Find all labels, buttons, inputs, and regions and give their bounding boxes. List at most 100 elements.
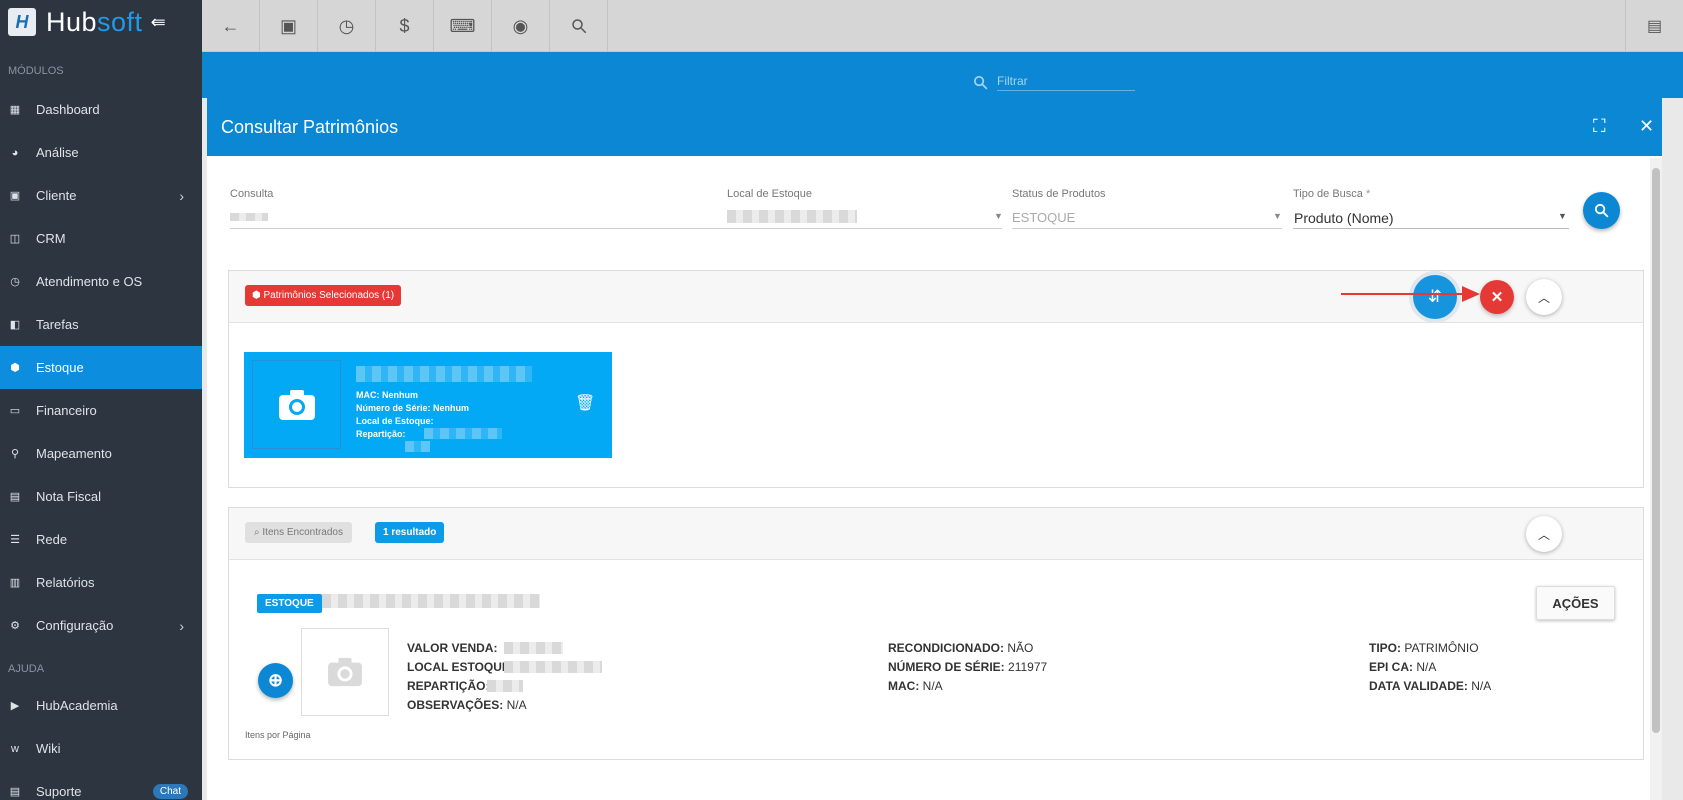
top-toolbar: ← ▣ ◷ $ ⌨ ◉ ▤	[202, 0, 1683, 52]
collapse-results-button[interactable]: ︿	[1526, 516, 1562, 552]
fullscreen-icon[interactable]: ⛶	[1593, 116, 1606, 137]
local-estoque: LOCAL ESTOQUE:	[407, 660, 514, 674]
terminal-button[interactable]: ⌨	[434, 0, 492, 52]
collapse-sidebar-icon[interactable]: ⇚	[151, 12, 166, 33]
dialog-title: Consultar Patrimônios	[221, 116, 399, 137]
status-produtos-label: Status de Produtos	[1012, 188, 1106, 200]
sidebar-item-mapeamento[interactable]: ⚲ Mapeamento	[0, 432, 202, 475]
sidebar-item-configuracao[interactable]: ⚙ Configuração ›	[0, 604, 202, 647]
sidebar-item-cliente[interactable]: ▣ Cliente ›	[0, 174, 202, 217]
sidebar-item-hubacademia[interactable]: ▶ HubAcademia	[0, 684, 202, 727]
box-icon: ⬢	[10, 362, 20, 374]
asset-reparticao-redacted	[405, 441, 430, 452]
sidebar: H Hubsoft ⇚ MÓDULOS ▦ Dashboard ◕ Análise …	[0, 0, 202, 800]
chevron-down-icon: ▼	[1273, 211, 1282, 221]
crm-icon: ◫	[9, 233, 21, 245]
filter-band: Filtrar	[202, 52, 1683, 98]
reparticao: REPARTIÇÃO:	[407, 679, 490, 693]
server-icon: ☰	[10, 534, 20, 546]
chevron-down-icon: ▼	[1558, 211, 1567, 221]
tipo: TIPO: PATRIMÔNIO	[1369, 641, 1479, 655]
sidebar-item-atendimento[interactable]: ◷ Atendimento e OS	[0, 260, 202, 303]
camera-icon	[278, 389, 315, 420]
search-submit-button[interactable]	[1583, 192, 1620, 229]
finance-button[interactable]: $	[376, 0, 434, 52]
scrollbar-thumb[interactable]	[1652, 168, 1660, 733]
calendar-clock-icon: ◷	[338, 15, 355, 36]
results-panel: ⌕ Itens Encontrados 1 resultado ︿ ESTOQU…	[228, 507, 1644, 760]
clear-selection-button[interactable]: ✕	[1480, 280, 1514, 314]
sidebar-item-crm[interactable]: ◫ CRM	[0, 217, 202, 260]
asset-local-redacted	[424, 428, 502, 439]
results-header: ⌕ Itens Encontrados 1 resultado ︿	[229, 508, 1643, 560]
close-icon[interactable]: ✕	[1639, 116, 1654, 137]
terminal-icon: ⌨	[449, 15, 476, 36]
local-estoque-value-redacted	[727, 210, 857, 223]
asset-name-redacted	[356, 366, 532, 382]
status-produtos-value: ESTOQUE	[1012, 210, 1076, 225]
sidebar-item-tarefas[interactable]: ◧ Tarefas	[0, 303, 202, 346]
sidebar-item-analise[interactable]: ◕ Análise	[0, 131, 202, 174]
chevron-down-icon: ▼	[994, 211, 1003, 221]
sidebar-item-dashboard[interactable]: ▦ Dashboard	[0, 88, 202, 131]
sidebar-item-wiki[interactable]: w Wiki	[0, 727, 202, 770]
logo-text: Hubsoft	[46, 6, 143, 37]
search-icon	[571, 19, 586, 34]
sidebar-item-financeiro[interactable]: ▭ Financeiro	[0, 389, 202, 432]
contact-button[interactable]: ▣	[260, 0, 318, 52]
contact-card-icon: ▣	[279, 15, 297, 36]
collapse-selected-button[interactable]: ︿	[1526, 279, 1562, 315]
valor-venda: VALOR VENDA:	[407, 641, 498, 655]
pdf-button[interactable]: ▤	[1625, 0, 1683, 52]
status-produtos-select[interactable]	[1012, 228, 1282, 229]
back-button[interactable]: ←	[202, 0, 260, 52]
close-icon: ✕	[1490, 289, 1504, 306]
chevron-right-icon: ›	[179, 187, 184, 204]
mac: MAC: N/A	[888, 679, 943, 693]
tipo-busca-value: Produto (Nome)	[1294, 210, 1394, 226]
plus-circle-icon: ⊕	[267, 670, 284, 690]
sidebar-item-suporte[interactable]: ▤ Suporte Chat	[0, 770, 202, 800]
search-icon	[973, 75, 988, 90]
observacoes: OBSERVAÇÕES: N/A	[407, 698, 527, 712]
calendar-clock-icon: ◷	[10, 276, 20, 288]
transfer-assets-button[interactable]: ⇵	[1413, 275, 1457, 319]
wiki-icon: w	[11, 742, 19, 755]
chevron-up-icon: ︿	[1537, 290, 1550, 305]
schedule-button[interactable]: ◷	[318, 0, 376, 52]
add-asset-button[interactable]: ⊕	[258, 663, 293, 698]
sidebar-item-nota-fiscal[interactable]: ▤ Nota Fiscal	[0, 475, 202, 518]
search-button[interactable]	[550, 0, 608, 52]
trash-icon: 🗑	[575, 395, 596, 412]
briefcase-icon: ◧	[9, 319, 21, 331]
chevron-right-icon: ›	[179, 617, 184, 634]
items-found-tag: ⌕ Itens Encontrados	[245, 522, 352, 543]
sidebar-item-rede[interactable]: ☰ Rede	[0, 518, 202, 561]
consultar-patrimonios-dialog: Consultar Patrimônios ⛶ ✕ Consulta Local…	[207, 98, 1662, 800]
filter-input[interactable]: Filtrar	[997, 74, 1135, 91]
report-icon: ▥	[9, 577, 21, 589]
selected-assets-panel: ⬢ Patrimônios Selecionados (1) ⇵ ✕ ︿ MAC…	[228, 270, 1644, 488]
sidebar-item-relatorios[interactable]: ▥ Relatórios	[0, 561, 202, 604]
asset-photo-placeholder	[252, 360, 341, 449]
actions-button[interactable]: AÇÕES	[1536, 586, 1615, 620]
chevron-up-icon: ︿	[1537, 527, 1550, 542]
items-per-page-label: Itens por Página	[245, 730, 311, 740]
filter-field[interactable]: Filtrar	[972, 74, 1135, 91]
transfer-icon: ⇵	[1427, 287, 1443, 306]
contact-icon: ▣	[9, 190, 21, 202]
recondicionado: RECONDICIONADO: NÃO	[888, 641, 1034, 655]
logo[interactable]: H Hubsoft ⇚	[0, 0, 202, 44]
local-estoque-select[interactable]	[727, 228, 1002, 229]
delete-asset-button[interactable]: 🗑	[575, 393, 595, 413]
logo-icon: H	[8, 8, 36, 36]
view-button[interactable]: ◉	[492, 0, 550, 52]
tipo-busca-select[interactable]	[1293, 228, 1569, 229]
consulta-label: Consulta	[230, 188, 274, 200]
chat-badge[interactable]: Chat	[152, 784, 188, 799]
box-icon: ⬢	[252, 290, 264, 301]
consulta-value-redacted	[230, 213, 268, 221]
section-label-help: AJUDA	[8, 663, 45, 675]
dialog-header: Consultar Patrimônios ⛶ ✕	[207, 98, 1662, 156]
sidebar-item-estoque[interactable]: ⬢ Estoque	[0, 346, 202, 389]
